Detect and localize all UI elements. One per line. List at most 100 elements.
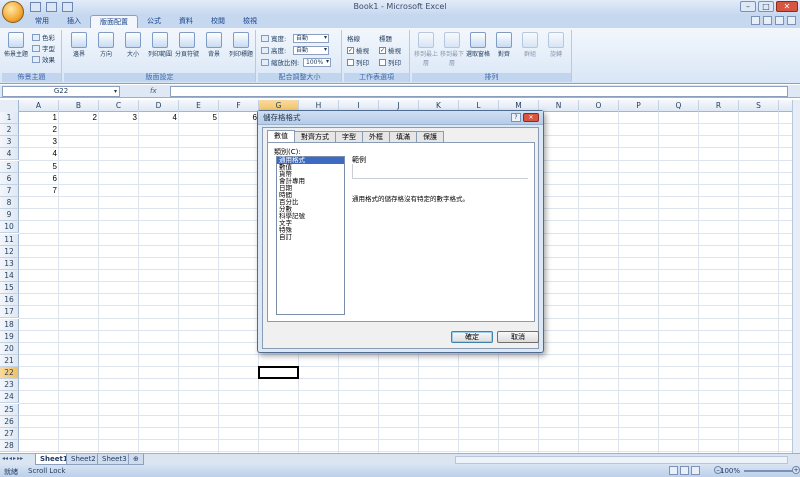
row-header[interactable]: 8 <box>0 197 19 210</box>
ribbon-tab[interactable]: 公式 <box>138 15 170 28</box>
workbook-close-button[interactable] <box>787 16 796 25</box>
dialog-tab[interactable]: 對齊方式 <box>294 131 336 142</box>
page-setup-button[interactable]: 分頁符號 <box>175 32 199 58</box>
cell-A3[interactable]: 3 <box>19 136 59 148</box>
ribbon-tab[interactable]: 版面配置 <box>90 15 138 28</box>
next-sheet-icon[interactable]: ▸ <box>13 455 16 462</box>
row-header[interactable]: 24 <box>0 391 19 404</box>
arrange-button[interactable]: 對齊 <box>492 32 516 58</box>
cell-D1[interactable]: 4 <box>139 112 179 124</box>
dialog-close-icon[interactable]: ✕ <box>523 113 539 122</box>
fx-icon[interactable]: fx <box>150 86 170 97</box>
page-setup-button[interactable]: 背景 <box>202 32 226 58</box>
row-header[interactable]: 4 <box>0 148 19 161</box>
column-header[interactable]: R <box>699 100 739 112</box>
scale-spinner[interactable]: 100% <box>303 57 331 67</box>
column-header[interactable]: O <box>579 100 619 112</box>
select-all-corner[interactable] <box>0 100 19 112</box>
theme-colors-button[interactable]: 色彩 <box>32 32 55 42</box>
cancel-button[interactable]: 取消 <box>497 331 539 343</box>
gridlines-view-checkbox[interactable]: ✓ <box>347 46 354 54</box>
dialog-tab[interactable]: 外框 <box>362 131 390 142</box>
column-header[interactable]: A <box>19 100 59 112</box>
row-header[interactable]: 13 <box>0 257 19 270</box>
column-header[interactable]: S <box>739 100 779 112</box>
row-header[interactable]: 26 <box>0 415 19 428</box>
row-header[interactable]: 18 <box>0 318 19 331</box>
vertical-scrollbar[interactable] <box>792 100 800 453</box>
column-header[interactable]: D <box>139 100 179 112</box>
cell-A7[interactable]: 7 <box>19 185 59 197</box>
arrange-button[interactable]: 選取窗格 <box>466 32 490 58</box>
row-header[interactable]: 14 <box>0 269 19 282</box>
sheet-tab[interactable]: Sheet3 <box>97 454 132 465</box>
column-header[interactable]: Q <box>659 100 699 112</box>
row-header[interactable]: 5 <box>0 160 19 173</box>
zoom-out-icon[interactable]: – <box>714 466 722 474</box>
row-header[interactable]: 1 <box>0 112 19 124</box>
dialog-tab[interactable]: 填滿 <box>389 131 417 142</box>
page-layout-view-icon[interactable] <box>680 466 689 475</box>
workbook-minimize-button[interactable] <box>763 16 772 25</box>
row-header[interactable]: 11 <box>0 233 19 246</box>
headings-print-checkbox[interactable] <box>379 58 386 66</box>
headings-view-checkbox[interactable]: ✓ <box>379 46 386 54</box>
row-header[interactable]: 23 <box>0 379 19 392</box>
ribbon-tab[interactable]: 檢視 <box>234 15 266 28</box>
horizontal-scrollbar[interactable] <box>455 456 788 464</box>
workbook-restore-button[interactable] <box>775 16 784 25</box>
column-header[interactable]: F <box>219 100 259 112</box>
dialog-title[interactable]: 儲存格格式 <box>258 111 543 125</box>
prev-sheet-icon[interactable]: ◂ <box>9 455 12 462</box>
dialog-tab[interactable]: 數值 <box>267 130 295 142</box>
row-header[interactable]: 15 <box>0 282 19 295</box>
category-list[interactable]: 通用格式 數值 貨幣 會計專用 日期 時間 百分比 分數 科學記號 文字 特殊 自訂 <box>276 156 345 315</box>
row-header[interactable]: 22 <box>0 367 19 380</box>
arrange-button[interactable]: 移到最下層 <box>440 32 464 67</box>
dialog-tab[interactable]: 保護 <box>416 131 444 142</box>
zoom-level[interactable]: 100% <box>720 467 740 475</box>
page-break-view-icon[interactable] <box>691 466 700 475</box>
cell-A4[interactable]: 4 <box>19 148 59 160</box>
column-header[interactable]: P <box>619 100 659 112</box>
name-box[interactable]: G22 <box>2 86 120 97</box>
arrange-button[interactable]: 旋轉 <box>544 32 568 58</box>
cell-A1[interactable]: 1 <box>19 112 59 124</box>
ok-button[interactable]: 確定 <box>451 331 493 343</box>
close-button[interactable]: ✕ <box>776 1 798 12</box>
sheet-nav-arrows[interactable]: ◂◂ ◂ ▸ ▸▸ <box>2 455 23 462</box>
dialog-tab[interactable]: 字型 <box>335 131 363 142</box>
row-header[interactable]: 25 <box>0 403 19 416</box>
cell-A2[interactable]: 2 <box>19 124 59 136</box>
ribbon-tab[interactable]: 校閱 <box>202 15 234 28</box>
page-setup-button[interactable]: 大小 <box>121 32 145 58</box>
cell-E1[interactable]: 5 <box>179 112 219 124</box>
height-combo[interactable]: 自動 <box>293 45 329 55</box>
cell-B1[interactable]: 2 <box>59 112 99 124</box>
ribbon-tab[interactable]: 資料 <box>170 15 202 28</box>
row-header[interactable]: 9 <box>0 209 19 222</box>
column-header[interactable]: B <box>59 100 99 112</box>
themes-button[interactable]: 佈景主題 <box>4 32 28 58</box>
page-setup-button[interactable]: 邊界 <box>67 32 91 58</box>
row-header[interactable]: 20 <box>0 342 19 355</box>
normal-view-icon[interactable] <box>669 466 678 475</box>
cell-F1[interactable]: 6 <box>219 112 259 124</box>
row-header[interactable]: 21 <box>0 355 19 367</box>
width-combo[interactable]: 自動 <box>293 33 329 43</box>
arrange-button[interactable]: 移到最上層 <box>414 32 438 67</box>
row-header[interactable]: 10 <box>0 221 19 234</box>
maximize-button[interactable]: □ <box>758 1 774 12</box>
page-setup-button[interactable]: 方向 <box>94 32 118 58</box>
arrange-button[interactable]: 群組 <box>518 32 542 58</box>
ribbon-tab[interactable]: 常用 <box>26 15 58 28</box>
category-item[interactable]: 自訂 <box>277 234 344 241</box>
row-header[interactable]: 7 <box>0 184 19 197</box>
row-header[interactable]: 6 <box>0 172 19 185</box>
page-setup-button[interactable]: 列印標題 <box>229 32 253 58</box>
page-setup-button[interactable]: 列印範圍 <box>148 32 172 58</box>
theme-effects-button[interactable]: 效果 <box>32 54 55 64</box>
sheet-tab[interactable]: Sheet2 <box>66 454 101 465</box>
zoom-in-icon[interactable]: + <box>792 466 800 474</box>
cell-C1[interactable]: 3 <box>99 112 139 124</box>
